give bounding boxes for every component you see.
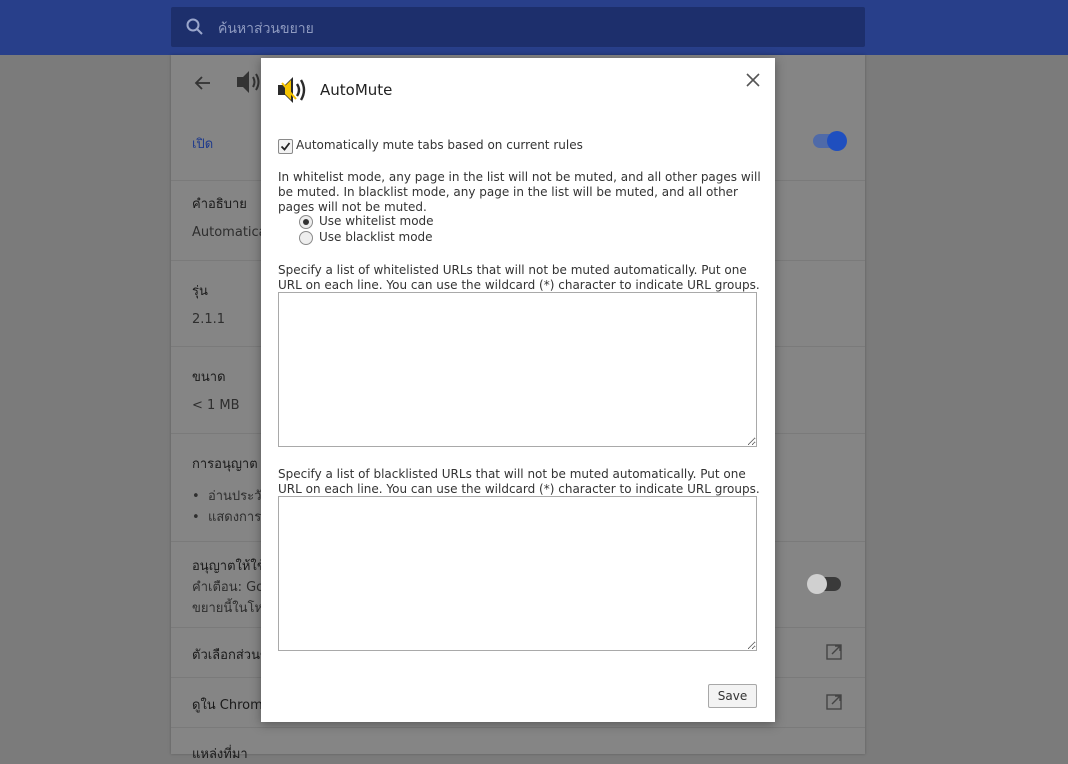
speaker-icon: [237, 71, 260, 93]
checkmark-icon: [280, 142, 291, 151]
blacklist-textarea[interactable]: [278, 496, 757, 651]
permissions-title: การอนุญาต: [192, 457, 258, 472]
enabled-toggle[interactable]: [813, 131, 847, 151]
permission-item: • อ่านประวั: [192, 489, 262, 504]
blacklist-mode-radio[interactable]: [299, 231, 313, 245]
whitelist-hint: Specify a list of whitelisted URLs that …: [278, 263, 760, 292]
permission-item: • แสดงการ: [192, 510, 262, 525]
description-title: คำอธิบาย: [192, 197, 247, 212]
description-value: Automatica: [192, 225, 267, 240]
whitelist-mode-radio[interactable]: [299, 215, 313, 229]
search-placeholder: ค้นหาส่วนขยาย: [218, 21, 314, 37]
mode-description: In whitelist mode, any page in the list …: [278, 170, 761, 214]
view-in-store-title: ดูใน Chrome: [192, 698, 271, 713]
incognito-toggle[interactable]: [807, 574, 841, 594]
automute-options-dialog: AutoMute Automatically mute tabs based o…: [261, 58, 775, 722]
search-bar[interactable]: ค้นหาส่วนขยาย: [171, 7, 865, 47]
dialog-title: AutoMute: [320, 81, 393, 99]
save-button[interactable]: Save: [708, 684, 757, 708]
incognito-title: อนุญาตให้ใช้: [192, 559, 266, 574]
back-arrow-icon[interactable]: [193, 73, 213, 93]
open-external-icon[interactable]: [826, 694, 842, 710]
blacklist-hint: Specify a list of blacklisted URLs that …: [278, 467, 760, 496]
whitelist-mode-label: Use whitelist mode: [319, 214, 434, 228]
extension-options-title: ตัวเลือกส่วนข: [192, 648, 269, 663]
size-value: < 1 MB: [192, 398, 240, 413]
incognito-warning-line: ขยายนี้ในโห: [192, 601, 264, 616]
source-section: แหล่งที่มา: [171, 727, 865, 762]
enabled-label: เปิด: [192, 137, 214, 152]
auto-mute-label: Automatically mute tabs based on current…: [296, 138, 583, 152]
blacklist-mode-label: Use blacklist mode: [319, 230, 433, 244]
version-value: 2.1.1: [192, 312, 226, 327]
search-icon: [186, 18, 203, 35]
open-external-icon[interactable]: [826, 644, 842, 660]
close-icon[interactable]: [745, 72, 761, 88]
size-title: ขนาด: [192, 370, 226, 385]
automute-logo-icon: [278, 77, 306, 103]
whitelist-textarea[interactable]: [278, 292, 757, 447]
version-title: รุ่น: [192, 284, 208, 299]
auto-mute-checkbox[interactable]: [278, 139, 293, 154]
